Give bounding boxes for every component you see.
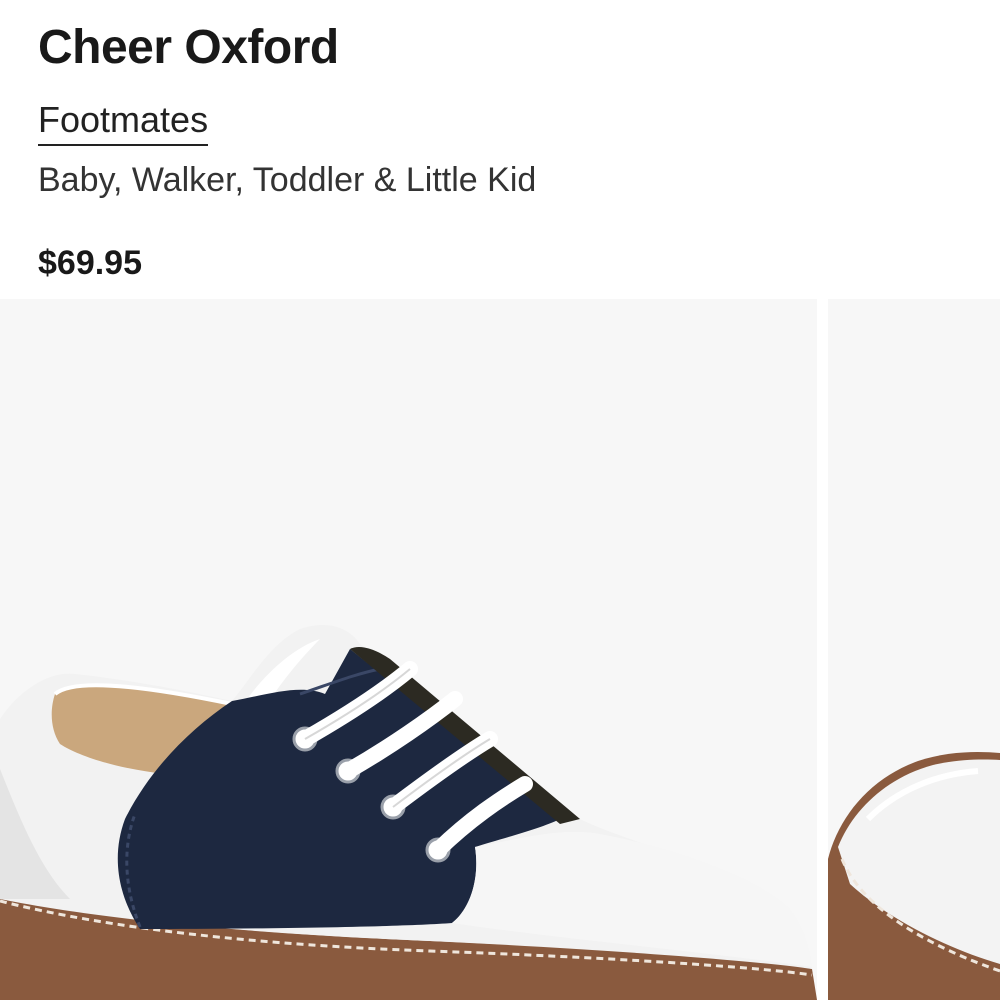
product-header: Cheer Oxford Footmates Baby, Walker, Tod… — [0, 0, 1000, 298]
brand-link[interactable]: Footmates — [38, 97, 209, 146]
product-price: $69.95 — [38, 244, 142, 282]
saddle-oxford-toe-image — [828, 751, 1000, 1000]
product-image-1[interactable] — [0, 299, 817, 1000]
product-image-gallery[interactable] — [0, 299, 1000, 1000]
product-subtitle: Baby, Walker, Toddler & Little Kid — [38, 161, 537, 199]
saddle-oxford-image — [0, 624, 817, 1000]
product-title: Cheer Oxford — [38, 21, 339, 74]
product-image-2[interactable] — [828, 299, 1000, 1000]
